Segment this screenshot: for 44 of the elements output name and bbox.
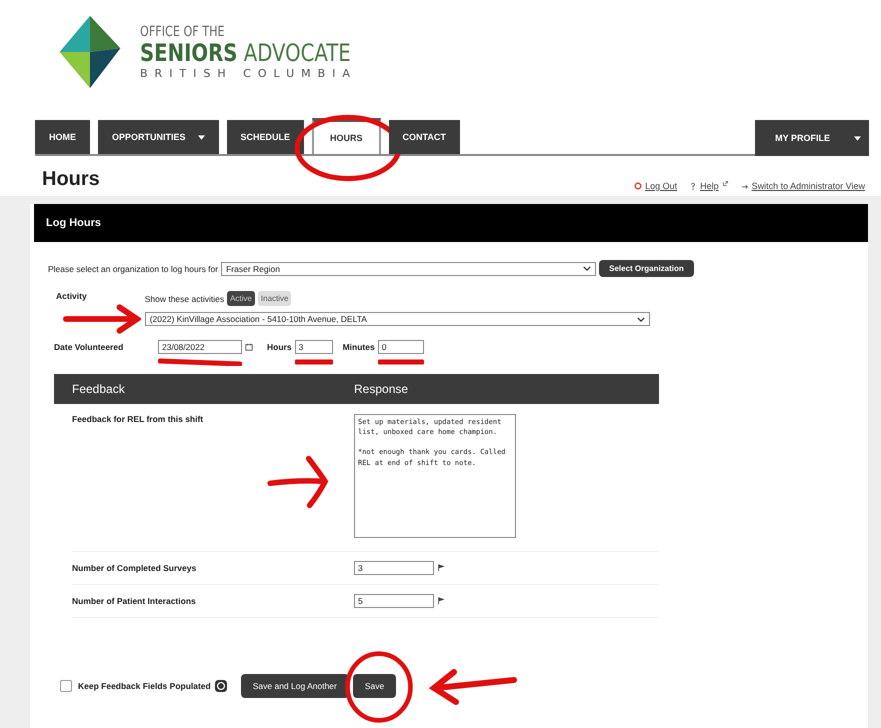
header-link[interactable]: Help bbox=[700, 181, 719, 191]
question-icon bbox=[689, 182, 698, 190]
action-button[interactable]: Save bbox=[352, 674, 396, 698]
hours-label: Hours bbox=[267, 342, 292, 352]
nav-tab[interactable]: HOME bbox=[35, 120, 90, 154]
profile-menu[interactable]: MY PROFILE bbox=[755, 120, 869, 156]
chevron-icon bbox=[583, 266, 592, 271]
minutes-label: Minutes bbox=[342, 342, 375, 352]
checkbox[interactable] bbox=[60, 680, 72, 692]
logo-title: SENIORS ADVOCATE bbox=[140, 40, 351, 67]
activity-select[interactable]: (2022) KinVillage Association - 5410-10th Avenue, DELTA bbox=[144, 312, 650, 326]
arrow-icon bbox=[740, 182, 749, 190]
calendar-icon bbox=[245, 343, 253, 351]
number-field[interactable]: 5 bbox=[354, 594, 434, 608]
select-organization-button[interactable]: Select Organization bbox=[599, 260, 694, 277]
hours-field[interactable]: 3 bbox=[294, 340, 333, 354]
nav-tab[interactable]: OPPORTUNITIES bbox=[98, 120, 219, 154]
column-header: Response bbox=[354, 382, 408, 396]
filter-toggle[interactable]: Inactive bbox=[258, 291, 292, 306]
header-link[interactable]: Switch to Administrator View bbox=[752, 181, 865, 191]
question-label: Number of Patient Interactions bbox=[72, 596, 196, 606]
organization-select[interactable]: Fraser Region bbox=[221, 262, 596, 276]
action-button[interactable]: Save and Log Another bbox=[240, 674, 349, 698]
date-field[interactable]: 23/08/2022 bbox=[158, 340, 242, 354]
panel-header: Log Hours bbox=[34, 204, 868, 242]
logo-subtitle: BRITISH COLUMBIA bbox=[140, 66, 358, 80]
checkbox-label: Keep Feedback Fields Populated bbox=[78, 681, 211, 691]
minutes-field[interactable]: 0 bbox=[378, 340, 424, 354]
question-label: Feedback for REL from this shift bbox=[72, 414, 204, 424]
number-field[interactable]: 3 bbox=[354, 561, 434, 575]
filter-toggle[interactable]: Active bbox=[227, 291, 255, 306]
page-title: Hours bbox=[42, 168, 100, 190]
nav-tab[interactable]: SCHEDULE bbox=[226, 120, 304, 154]
activity-label: Activity bbox=[56, 291, 87, 301]
logo-text: OFFICE OF THE bbox=[140, 24, 226, 40]
filter-label: Show these activities bbox=[144, 294, 224, 304]
external-link-icon bbox=[722, 180, 729, 186]
date-label: Date Volunteered bbox=[54, 342, 124, 352]
chevron-icon bbox=[636, 316, 645, 322]
column-header: Feedback bbox=[71, 382, 126, 396]
question-label: Number of Completed Surveys bbox=[72, 563, 196, 573]
header-link[interactable]: Log Out bbox=[645, 181, 678, 191]
org-prompt: Please select an organization to log hours for bbox=[48, 264, 218, 274]
nav-tab[interactable]: CONTACT bbox=[388, 120, 460, 154]
